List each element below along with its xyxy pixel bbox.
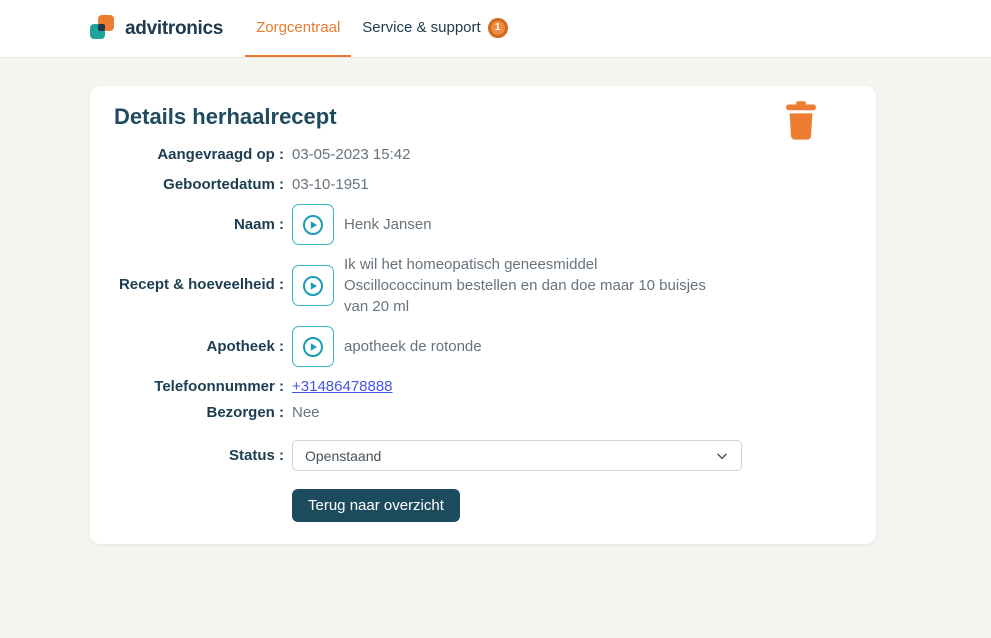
prescription-details-card: Details herhaalrecept Aangevraagd op : 0… bbox=[90, 86, 876, 544]
notification-badge: 1 bbox=[488, 18, 508, 38]
field-row-bezorgen: Bezorgen : Nee bbox=[114, 402, 852, 423]
field-row-telefoonnummer: Telefoonnummer : +31486478888 bbox=[114, 376, 852, 397]
field-row-aangevraagd: Aangevraagd op : 03-05-2023 15:42 bbox=[114, 144, 852, 165]
advitronics-logo-icon bbox=[90, 15, 115, 42]
field-value: 03-05-2023 15:42 bbox=[292, 144, 410, 165]
field-value-group: apotheek de rotonde bbox=[292, 326, 482, 367]
play-icon bbox=[301, 335, 325, 359]
nav-item-service-support[interactable]: Service & support 1 bbox=[351, 0, 518, 57]
phone-number-link[interactable]: +31486478888 bbox=[292, 376, 393, 397]
brand-logo[interactable]: advitronics bbox=[90, 0, 223, 57]
field-label: Geboortedatum : bbox=[114, 174, 284, 195]
field-value: Nee bbox=[292, 402, 320, 423]
field-label: Telefoonnummer : bbox=[114, 376, 284, 397]
trash-icon bbox=[782, 100, 820, 142]
field-label: Aangevraagd op : bbox=[114, 144, 284, 165]
field-row-geboortedatum: Geboortedatum : 03-10-1951 bbox=[114, 174, 852, 195]
brand-name: advitronics bbox=[125, 18, 223, 40]
nav-item-zorgcentraal-label: Zorgcentraal bbox=[256, 19, 340, 36]
nav-item-zorgcentraal[interactable]: Zorgcentraal bbox=[245, 0, 351, 57]
field-value-group: Ik wil het homeopatisch geneesmiddel Osc… bbox=[292, 254, 706, 317]
field-value: apotheek de rotonde bbox=[344, 336, 482, 357]
page-title: Details herhaalrecept bbox=[114, 104, 852, 130]
back-to-overview-button[interactable]: Terug naar overzicht bbox=[292, 489, 460, 522]
play-icon bbox=[301, 274, 325, 298]
card-actions: Terug naar overzicht bbox=[114, 489, 852, 522]
field-label: Bezorgen : bbox=[114, 402, 284, 423]
field-label: Apotheek : bbox=[114, 336, 284, 357]
top-navigation-bar: advitronics Zorgcentraal Service & suppo… bbox=[0, 0, 991, 58]
field-value: Henk Jansen bbox=[344, 214, 432, 235]
main-nav: Zorgcentraal Service & support 1 bbox=[245, 0, 519, 57]
field-value: 03-10-1951 bbox=[292, 174, 369, 195]
field-row-status: Status : Openstaand bbox=[114, 440, 852, 471]
field-row-naam: Naam : Henk Jansen bbox=[114, 204, 852, 245]
field-label: Recept & hoeveelheid : bbox=[114, 254, 284, 295]
field-value-group: Henk Jansen bbox=[292, 204, 432, 245]
field-row-recept: Recept & hoeveelheid : Ik wil het homeop… bbox=[114, 254, 852, 317]
field-label: Naam : bbox=[114, 214, 284, 235]
nav-item-service-support-label: Service & support bbox=[362, 19, 480, 36]
field-label: Status : bbox=[114, 445, 284, 466]
play-audio-apotheek-button[interactable] bbox=[292, 326, 334, 367]
field-value: Ik wil het homeopatisch geneesmiddel Osc… bbox=[344, 254, 706, 317]
page-content: Details herhaalrecept Aangevraagd op : 0… bbox=[0, 58, 991, 544]
chevron-down-icon bbox=[715, 449, 729, 463]
delete-button[interactable] bbox=[782, 100, 820, 142]
status-select[interactable]: Openstaand bbox=[292, 440, 742, 471]
play-audio-naam-button[interactable] bbox=[292, 204, 334, 245]
field-row-apotheek: Apotheek : apotheek de rotonde bbox=[114, 326, 852, 367]
play-icon bbox=[301, 213, 325, 237]
play-audio-recept-button[interactable] bbox=[292, 265, 334, 306]
status-select-value: Openstaand bbox=[305, 448, 381, 464]
logo-overlap-square bbox=[98, 24, 105, 31]
